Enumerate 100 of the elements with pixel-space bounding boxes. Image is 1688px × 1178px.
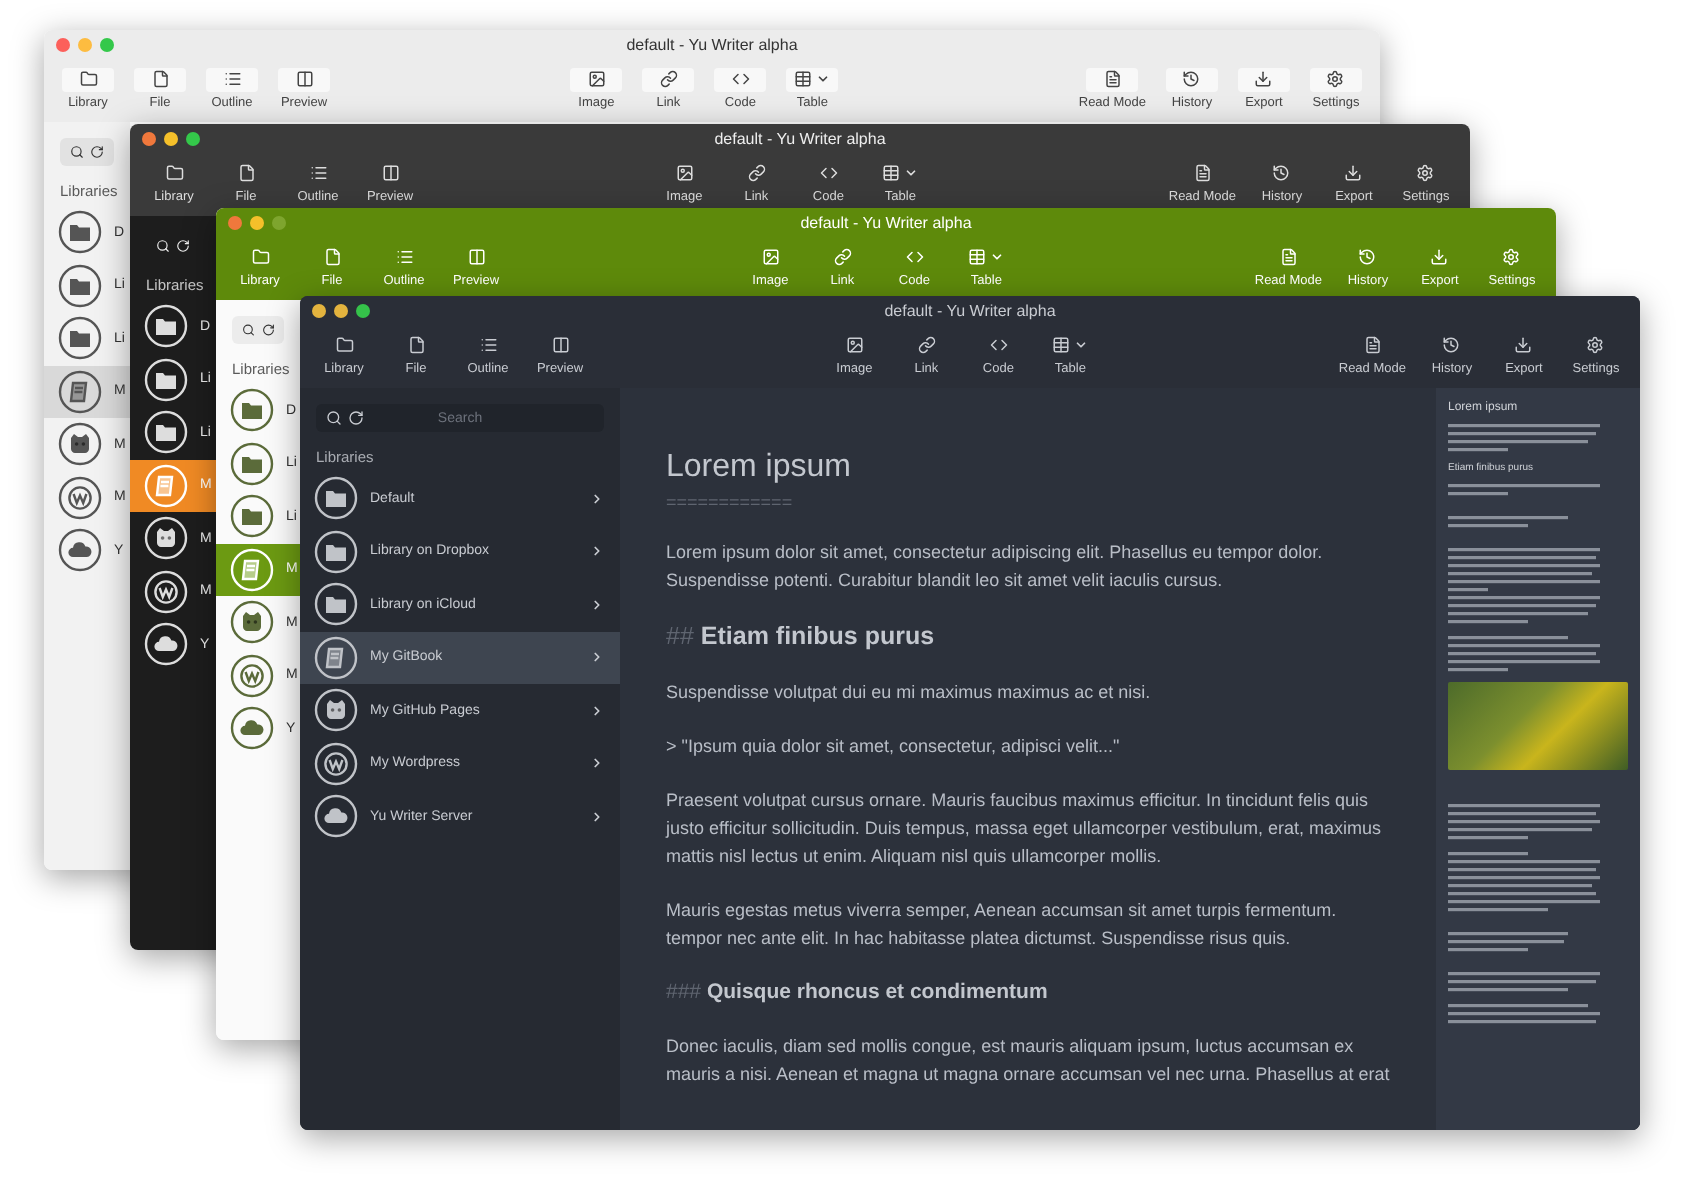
link-icon xyxy=(833,248,852,266)
folder-icon xyxy=(58,316,102,361)
cloud-icon xyxy=(230,706,274,751)
book-icon xyxy=(314,635,358,680)
close-button[interactable] xyxy=(142,131,156,145)
wordpress-logo-icon xyxy=(58,475,102,520)
file-icon xyxy=(151,70,169,88)
window-title: default - Yu Writer alpha xyxy=(714,129,886,147)
chevron-icon xyxy=(590,756,604,771)
window-title: default - Yu Writer alpha xyxy=(884,301,1056,319)
zoom-button[interactable] xyxy=(186,131,200,145)
chevron-icon xyxy=(590,491,604,506)
cat-face-icon xyxy=(58,422,102,467)
folder-icon xyxy=(58,210,102,255)
search-icon xyxy=(156,238,170,254)
search-field[interactable] xyxy=(232,316,284,344)
download-icon xyxy=(1514,336,1533,354)
link-icon xyxy=(917,336,936,354)
history-icon xyxy=(1182,70,1201,88)
cloud-icon xyxy=(58,528,102,573)
wordpress-logo-icon xyxy=(144,569,188,614)
caret-icon[interactable] xyxy=(816,72,831,86)
history-icon xyxy=(1272,164,1291,182)
zoom-button[interactable] xyxy=(356,303,370,317)
code-icon xyxy=(905,248,924,266)
download-icon xyxy=(1430,248,1449,266)
list-icon xyxy=(309,164,327,182)
document-icon xyxy=(1103,70,1122,88)
download-icon xyxy=(1254,70,1273,88)
download-icon xyxy=(1344,164,1363,182)
folder-icon xyxy=(79,70,97,88)
paragraph: Lorem ipsum dolor sit amet, consectetur adipiscing elit. Phasellus eu tempor dolor. Suspendisse potenti. Curabitur blandit leo sit amet velit iaculis cursus. xyxy=(666,540,1325,594)
wordpress-logo-icon xyxy=(230,653,274,698)
cloud-icon xyxy=(144,622,188,667)
list-icon xyxy=(223,70,241,88)
document-icon xyxy=(1279,248,1298,266)
paragraph: Donec iaculis, diam sed mollis congue, est mauris aliquam ipsum, luctus accumsan ex mauris a nisi. Aenean et magna ut magna ornare accumsan vel nec urna. Phasellus at erat xyxy=(666,1034,1392,1088)
folder-icon xyxy=(144,357,188,402)
caret-icon[interactable] xyxy=(1074,338,1089,352)
blockquote: > "Ipsum quia dolor sit amet, consectetur, adipisci velit..." xyxy=(666,734,1122,760)
folder-icon xyxy=(58,263,102,308)
code-icon xyxy=(731,70,750,88)
folder-icon xyxy=(230,441,274,486)
image-icon xyxy=(675,164,694,182)
window-title: default - Yu Writer alpha xyxy=(800,213,972,231)
paragraph: Mauris egestas metus viverra semper, Aenean accumsan sit amet turpis fermentum. tempor nec ante elit. In hac habitasse platea dictumst. Suspendisse risus quis. xyxy=(666,898,1339,952)
subsection-heading: ### Quisque rhoncus et condimentum xyxy=(666,978,1050,1006)
folder-icon xyxy=(165,164,183,182)
settings-icon xyxy=(1502,248,1521,266)
folder-icon xyxy=(144,304,188,349)
refresh-icon[interactable] xyxy=(90,144,104,160)
columns-icon xyxy=(467,248,485,266)
link-icon xyxy=(747,164,766,182)
columns-icon xyxy=(295,70,313,88)
window-title: default - Yu Writer alpha xyxy=(626,35,798,53)
refresh-icon[interactable] xyxy=(261,322,274,338)
minimize-button[interactable] xyxy=(164,131,178,145)
history-icon xyxy=(1442,336,1461,354)
folder-icon xyxy=(230,388,274,433)
cat-face-icon xyxy=(230,600,274,645)
chevron-icon xyxy=(590,703,604,718)
chevron-icon xyxy=(590,597,604,612)
wordpress-logo-icon xyxy=(314,741,358,786)
list-icon xyxy=(479,336,497,354)
book-icon xyxy=(230,547,274,592)
link-icon xyxy=(659,70,678,88)
minimize-button[interactable] xyxy=(334,303,348,317)
code-icon xyxy=(989,336,1008,354)
caret-icon[interactable] xyxy=(904,166,919,180)
file-icon xyxy=(323,248,341,266)
chevron-icon xyxy=(590,650,604,665)
file-icon xyxy=(237,164,255,182)
folder-icon xyxy=(314,476,358,521)
document-icon xyxy=(1363,336,1382,354)
chevron-icon xyxy=(590,809,604,824)
paragraph: Praesent volutpat cursus ornare. Mauris faucibus maximus efficitur. In tincidunt felis quis justo efficitur sollicitudin. Duis tempus, massa eget ullamcorper vestibulum, erat, maximus mattis nisl lectus ut enim. Aliquam nisl quis ullamcorper mollis. xyxy=(666,788,1383,870)
folder-icon xyxy=(144,410,188,455)
paragraph: Suspendisse volutpat dui eu mi maximus maximus ac et nisi. xyxy=(666,680,1153,706)
heading-underline: ============ xyxy=(666,492,795,512)
search-field[interactable] xyxy=(60,138,114,166)
book-icon xyxy=(144,463,188,508)
table-icon xyxy=(1052,336,1071,354)
chevron-icon xyxy=(590,544,604,559)
file-icon xyxy=(407,336,425,354)
folder-icon xyxy=(251,248,269,266)
settings-icon xyxy=(1586,336,1605,354)
columns-icon xyxy=(381,164,399,182)
folder-icon xyxy=(314,529,358,574)
section-heading: ## Etiam finibus purus xyxy=(666,620,937,652)
search-icon xyxy=(70,144,84,160)
caret-icon[interactable] xyxy=(990,250,1005,264)
settings-icon xyxy=(1326,70,1345,88)
close-button[interactable] xyxy=(312,303,326,317)
image-icon xyxy=(845,336,864,354)
settings-icon xyxy=(1416,164,1435,182)
table-icon xyxy=(794,70,813,88)
image-icon xyxy=(761,248,780,266)
table-icon xyxy=(882,164,901,182)
folder-icon xyxy=(230,494,274,539)
document-icon xyxy=(1193,164,1212,182)
